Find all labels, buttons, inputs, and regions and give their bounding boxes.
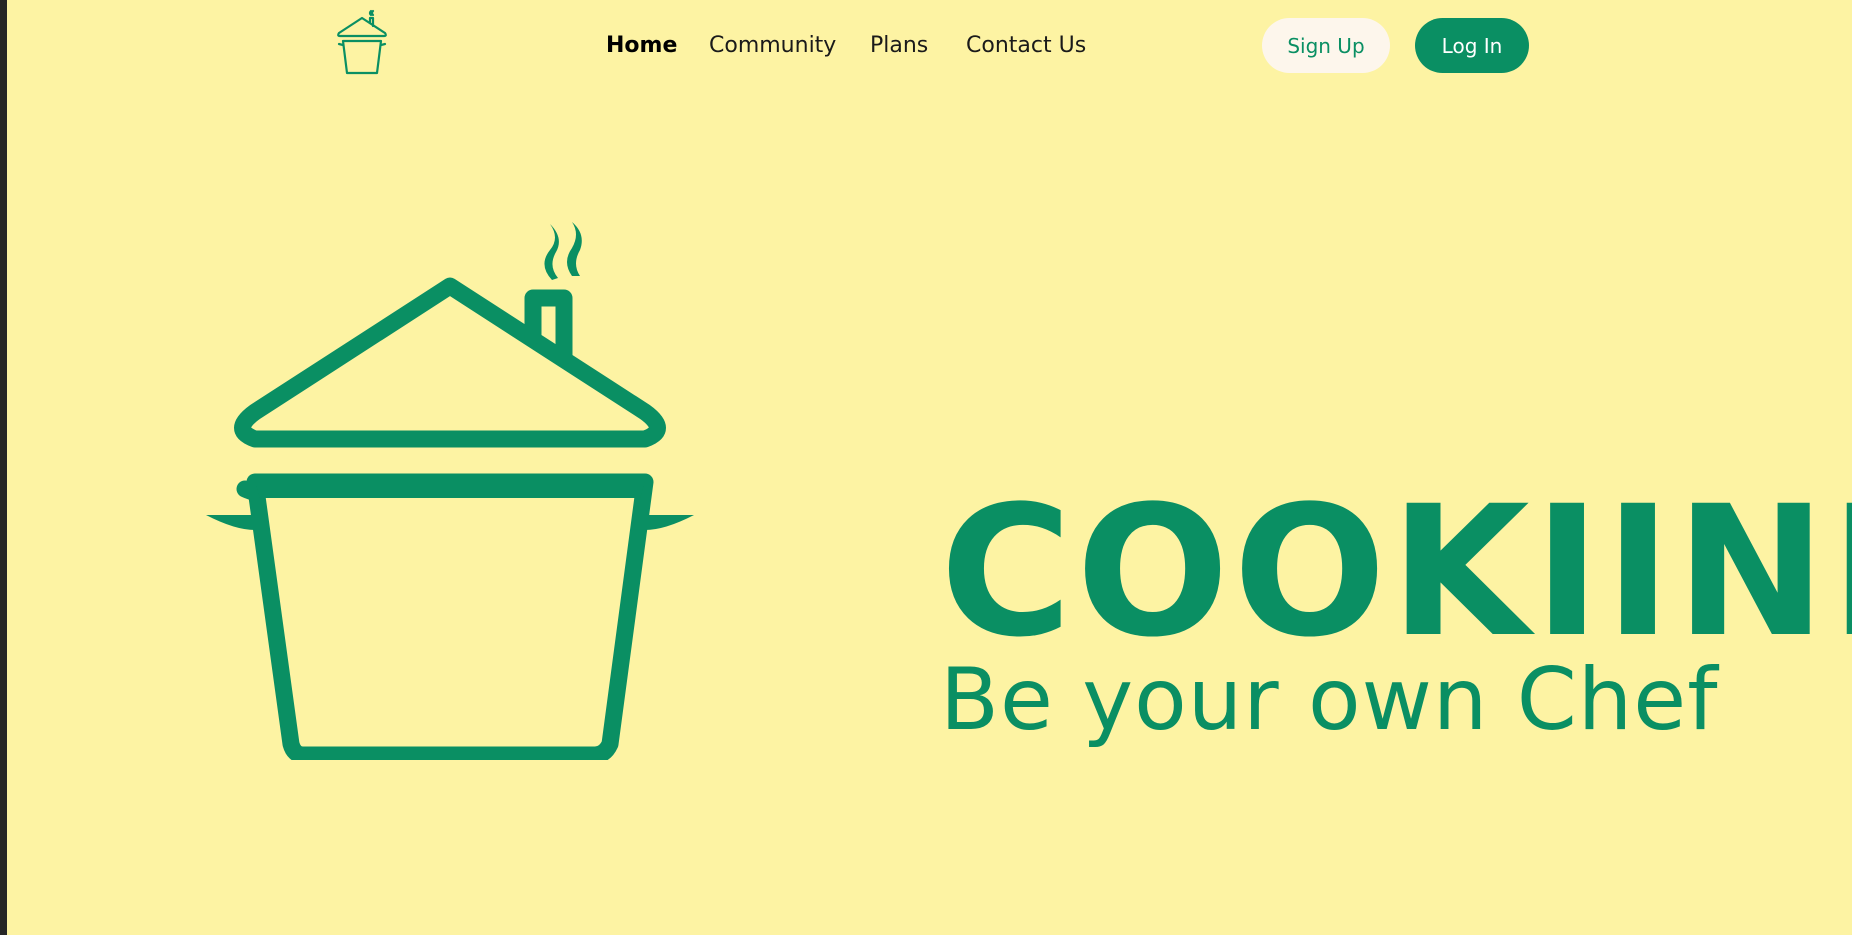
cooking-pot-house-icon [206,222,694,760]
log-in-button[interactable]: Log In [1415,18,1529,73]
nav-plans[interactable]: Plans [870,30,928,62]
nav-contact-us[interactable]: Contact Us [966,30,1086,62]
window-edge [0,0,7,935]
cooking-pot-house-icon [337,9,387,75]
top-navbar: Home Community Plans Contact Us Sign Up … [0,0,1852,92]
brand-name: COOKIINI [940,468,1852,677]
hero-pot-logo [200,220,700,760]
logo-home-link[interactable] [330,8,394,76]
nav-home[interactable]: Home [606,30,677,62]
nav-community[interactable]: Community [709,30,836,62]
brand-tagline: Be your own Chef [940,650,1719,750]
sign-up-button[interactable]: Sign Up [1262,18,1390,73]
